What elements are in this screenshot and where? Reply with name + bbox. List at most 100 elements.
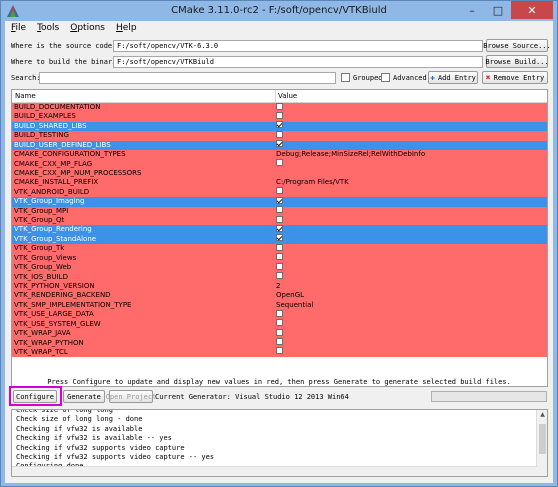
menu-item-2[interactable]: Options — [64, 21, 110, 37]
menu-label: ptions — [77, 23, 105, 33]
row-name: VTK_SMP_IMPLEMENTATION_TYPE — [14, 300, 132, 309]
source-label: Where is the source code: — [11, 42, 117, 50]
table-row[interactable]: VTK_RENDERING_BACKEND OpenGL — [12, 291, 547, 301]
unchecked-box-icon[interactable] — [276, 262, 283, 270]
browse-source-button[interactable]: Browse Source... — [483, 39, 551, 52]
maximize-button[interactable]: □ — [485, 1, 511, 19]
main-panel: File Tools Options Help Where is the source… — [5, 21, 553, 483]
unchecked-box-icon[interactable] — [276, 253, 283, 261]
unchecked-box-icon[interactable] — [276, 338, 283, 346]
unchecked-box-icon[interactable] — [276, 347, 283, 355]
unchecked-box-icon[interactable] — [276, 102, 283, 110]
log-lines: Check size of long long Check size of lon… — [16, 410, 214, 472]
configure-highlight — [9, 386, 62, 406]
unchecked-box-icon[interactable] — [276, 111, 283, 119]
unchecked-box-icon[interactable] — [276, 206, 283, 214]
menu-item-3[interactable]: Help — [110, 21, 142, 37]
add-entry-button[interactable]: ✚ Add Entry — [428, 71, 478, 84]
unchecked-box-icon[interactable] — [276, 319, 283, 327]
menu-accelerator: H — [116, 23, 123, 33]
column-value-header[interactable]: Value — [278, 92, 297, 100]
scroll-up-icon[interactable]: ▲ — [537, 410, 547, 420]
current-generator: Current Generator: Visual Studio 12 2013… — [155, 393, 349, 401]
browse-build-button[interactable]: Browse Build... — [485, 55, 549, 68]
table-rows: BUILD_DOCUMENTATION BUILD_EXAMPLES BUILD_S… — [12, 102, 547, 358]
row-value-checkbox[interactable] — [276, 347, 283, 357]
unchecked-box-icon[interactable] — [276, 309, 283, 317]
search-input[interactable] — [39, 72, 336, 84]
menu-item-1[interactable]: Tools — [31, 21, 64, 37]
menu-label: ools — [41, 23, 60, 33]
advanced-checkbox[interactable]: Advanced — [381, 73, 427, 82]
cmake-window: CMake 3.11.0-rc2 - F:/soft/opencv/VTKBiu… — [0, 0, 558, 487]
row-name: BUILD_TESTING — [14, 131, 69, 140]
checked-box-icon[interactable] — [276, 196, 283, 204]
table-row[interactable]: VTK_PYTHON_VERSION 2 — [12, 282, 547, 292]
title-bar[interactable]: CMake 3.11.0-rc2 - F:/soft/opencv/VTKBiu… — [1, 1, 557, 21]
add-entry-label: Add Entry — [437, 73, 476, 82]
log-line: Checking if vfw32 is available — [16, 424, 143, 433]
scroll-thumb[interactable] — [539, 424, 546, 454]
column-separator[interactable] — [275, 90, 276, 103]
row-name: VTK_RENDERING_BACKEND — [14, 291, 111, 300]
grouped-checkbox[interactable]: Grouped — [341, 73, 383, 82]
plus-icon: ✚ — [430, 73, 435, 82]
open-project-button[interactable]: Open Project — [106, 390, 156, 403]
row-value[interactable]: C:/Program Files/VTK — [276, 178, 349, 187]
row-name: BUILD_EXAMPLES — [14, 112, 76, 121]
table-row[interactable]: VTK_WRAP_TCL — [12, 347, 547, 358]
status-message: Press Configure to update and display ne… — [47, 378, 511, 386]
row-name: VTK_Group_Qt — [14, 216, 65, 225]
menu-bar: File Tools Options Help — [5, 21, 553, 37]
menu-item-0[interactable]: File — [5, 21, 31, 37]
row-value[interactable]: OpenGL — [276, 291, 304, 300]
row-name: CMAKE_INSTALL_PREFIX — [14, 178, 99, 187]
remove-entry-button[interactable]: ✖ Remove Entry — [482, 71, 548, 84]
row-value-checkbox[interactable] — [276, 159, 283, 169]
unchecked-box-icon[interactable] — [276, 130, 283, 138]
checked-box-icon[interactable] — [276, 224, 283, 232]
row-value-checkbox[interactable] — [276, 272, 283, 282]
row-name: VTK_Group_Rendering — [14, 225, 92, 234]
checked-box-icon[interactable] — [276, 234, 283, 242]
row-name: VTK_Group_StandAlone — [14, 234, 97, 243]
log-horizontal-scrollbar[interactable] — [12, 466, 538, 476]
row-value-checkbox[interactable] — [276, 140, 283, 150]
output-log[interactable]: Check size of long long Check size of lon… — [11, 409, 548, 477]
search-label: Search: — [11, 74, 41, 82]
unchecked-box-icon[interactable] — [276, 272, 283, 280]
row-name: CMAKE_CXX_MP_FLAG — [14, 159, 93, 168]
minimize-button[interactable]: – — [459, 1, 485, 19]
source-path-input[interactable]: F:/soft/opencv/VTK-6.3.0 — [113, 40, 483, 52]
remove-entry-label: Remove Entry — [493, 73, 545, 82]
row-name: VTK_Group_Web — [14, 263, 72, 272]
advanced-label: Advanced — [393, 73, 427, 82]
table-row[interactable]: VTK_IOS_BUILD — [12, 272, 547, 283]
row-name: VTK_Group_MPI — [14, 206, 69, 215]
row-name: VTK_WRAP_PYTHON — [14, 338, 84, 347]
generate-button[interactable]: Generate — [63, 390, 105, 403]
advanced-checkbox-box[interactable] — [381, 73, 390, 82]
close-button[interactable]: ✕ — [511, 1, 553, 19]
build-path-input[interactable]: F:/soft/opencv/VTKBiuld — [113, 56, 483, 68]
cache-table[interactable]: Name Value BUILD_DOCUMENTATION BUILD_EXAM… — [11, 89, 548, 387]
table-row[interactable]: BUILD_USER_DEFINED_LIBS — [12, 140, 547, 151]
checked-box-icon[interactable] — [276, 140, 283, 148]
row-name: BUILD_SHARED_LIBS — [14, 121, 87, 130]
row-value[interactable]: Debug;Release;MinSizeRel;RelWithDebInfo — [276, 150, 425, 159]
row-name: VTK_Group_Views — [14, 253, 77, 262]
row-value[interactable]: 2 — [276, 282, 280, 291]
checked-box-icon[interactable] — [276, 121, 283, 129]
log-line: Checking if vfw32 is available -- yes — [16, 434, 172, 443]
unchecked-box-icon[interactable] — [276, 243, 283, 251]
unchecked-box-icon[interactable] — [276, 215, 283, 223]
unchecked-box-icon[interactable] — [276, 159, 283, 167]
table-row[interactable]: CMAKE_CXX_MP_NUM_PROCESSORS — [12, 168, 547, 179]
column-name-header[interactable]: Name — [15, 92, 36, 100]
grouped-checkbox-box[interactable] — [341, 73, 350, 82]
row-name: VTK_PYTHON_VERSION — [14, 282, 95, 291]
unchecked-box-icon[interactable] — [276, 187, 283, 195]
table-row[interactable]: CMAKE_CXX_MP_FLAG — [12, 159, 547, 169]
row-name: CMAKE_CXX_MP_NUM_PROCESSORS — [14, 168, 142, 177]
unchecked-box-icon[interactable] — [276, 328, 283, 336]
